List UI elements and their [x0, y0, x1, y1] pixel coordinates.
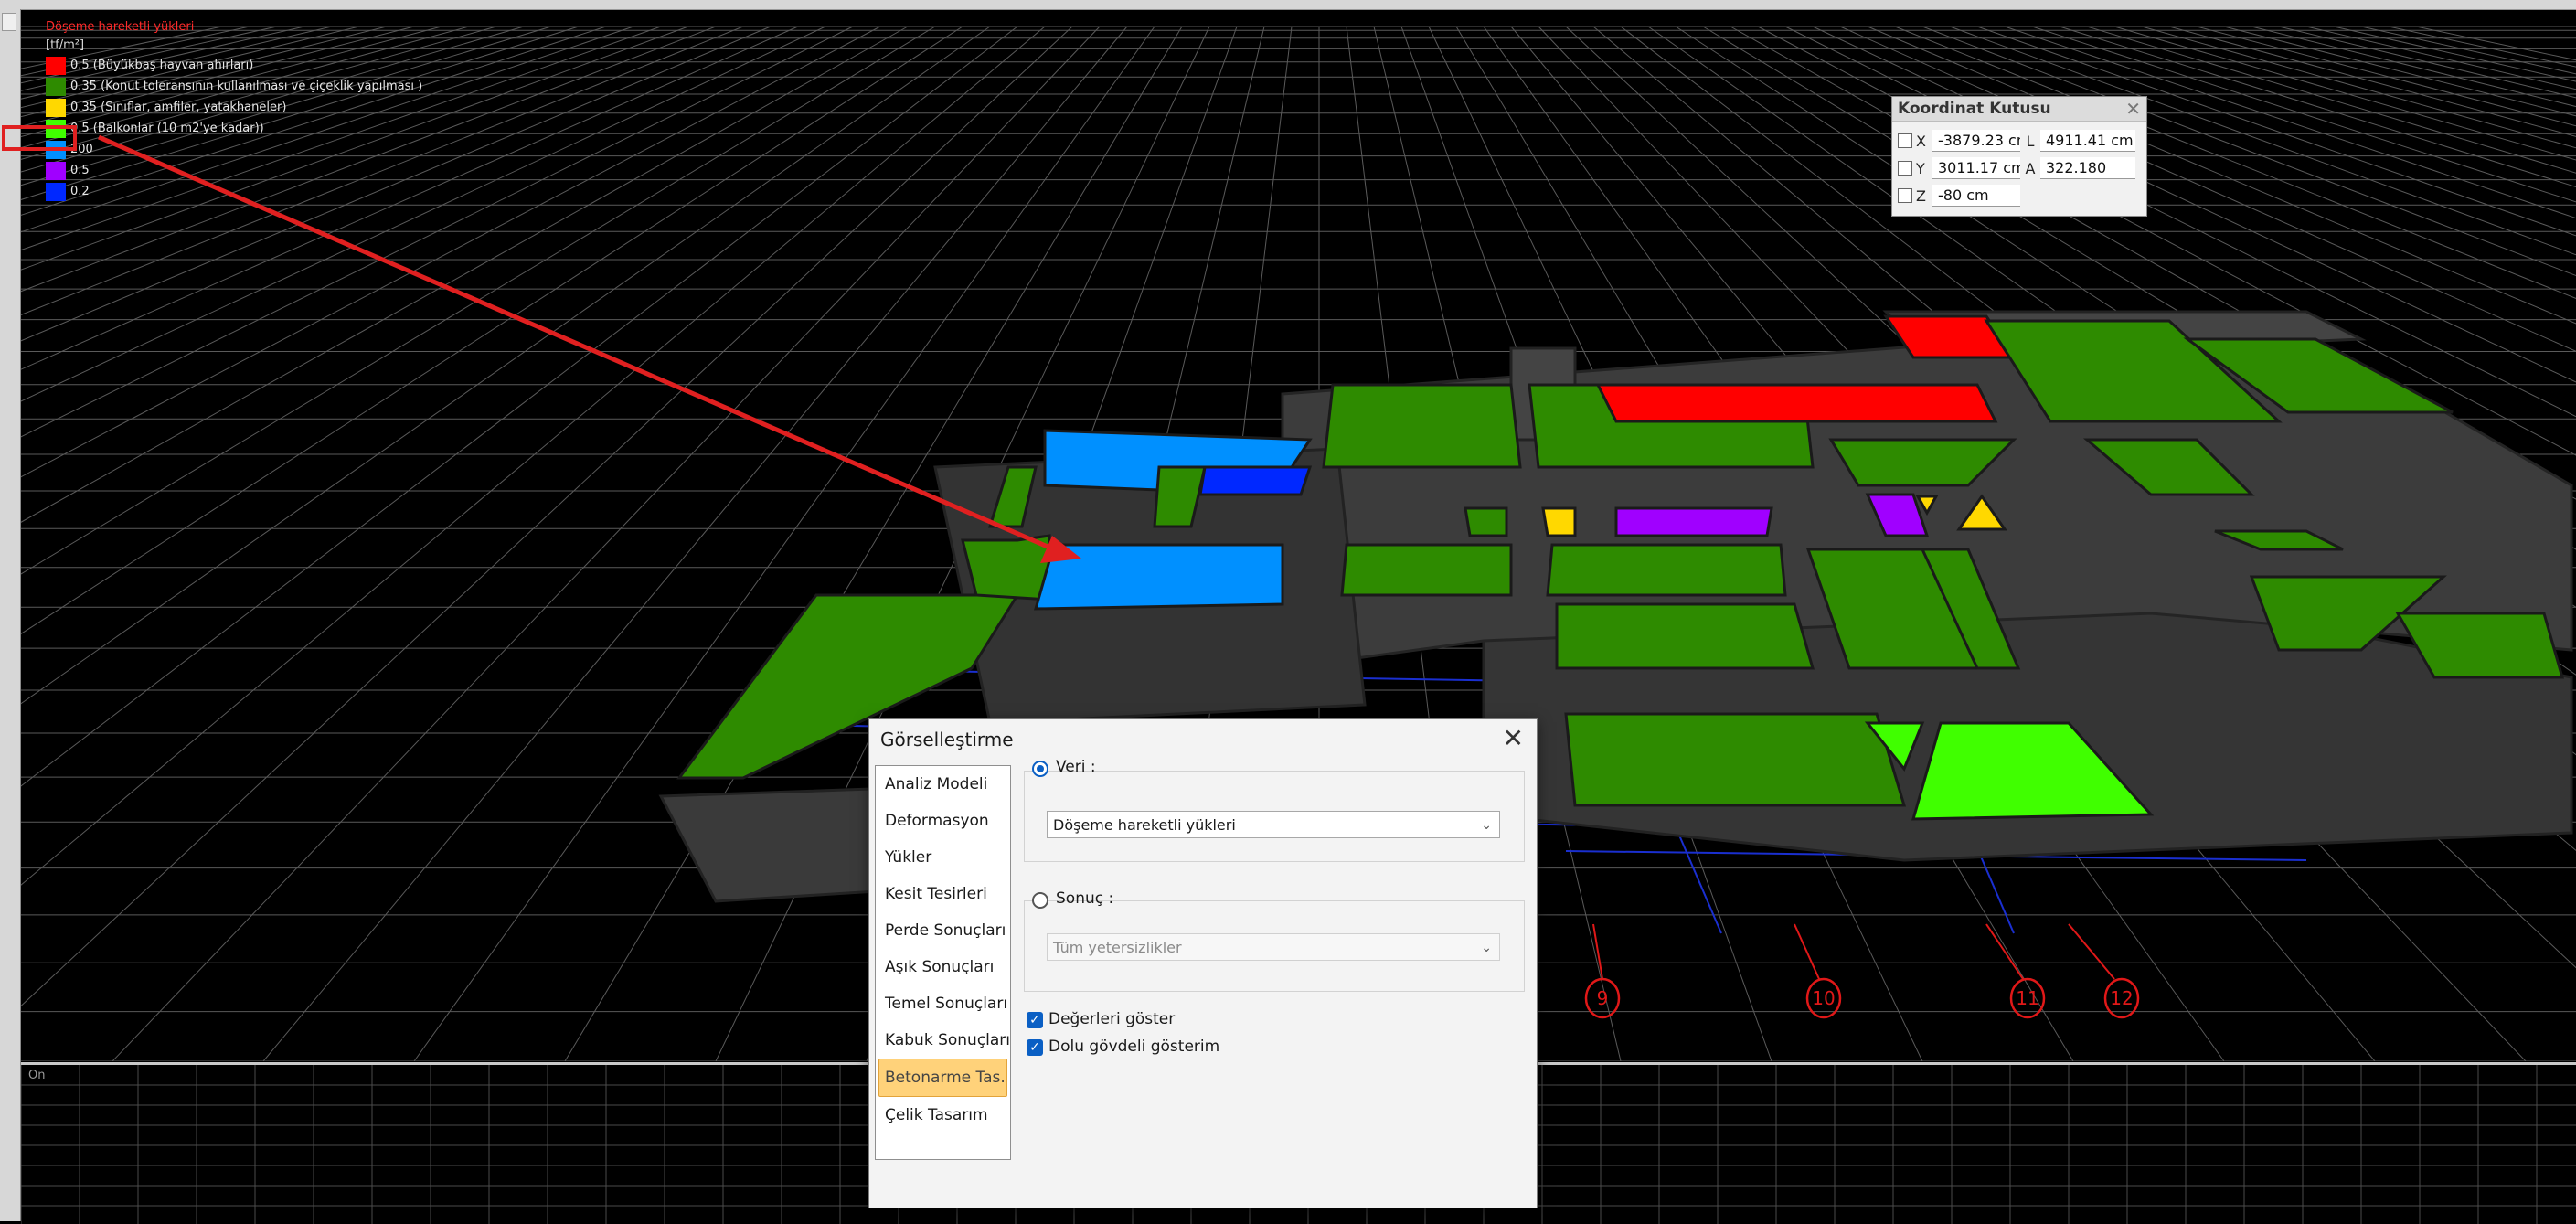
close-icon[interactable]: ✕ — [1503, 723, 1524, 753]
grid-label: 10 — [1812, 987, 1835, 1009]
legend-swatch — [46, 161, 66, 180]
coord-z-field[interactable]: -80 cm — [1932, 185, 2020, 207]
left-toolbar — [0, 9, 21, 1221]
category-list: Analiz Modeli Deformasyon Yükler Kesit Tesi… — [875, 765, 1011, 1160]
grid-axis-markers: 9 10 11 12 — [1584, 923, 2140, 1019]
category-item[interactable]: Kabuk Sonuçları — [876, 1022, 1010, 1059]
legend-row: 0.5 — [46, 160, 422, 181]
legend-swatch — [46, 182, 66, 201]
result-radio-label: Sonuç : — [1056, 889, 1114, 908]
chevron-down-icon: ⌄ — [1481, 941, 1492, 955]
highlight-box — [2, 125, 77, 151]
result-radio[interactable] — [1032, 892, 1048, 909]
dialog-title: Görselleştirme — [880, 729, 1014, 750]
load-legend: Döşeme hareketli yükleri [tf/m²] 0.5 (Bü… — [46, 18, 422, 202]
legend-row: 0.35 (Sınıflar, amfiler, yatakhaneler) — [46, 97, 422, 118]
legend-swatch — [46, 98, 66, 117]
data-radio[interactable] — [1032, 761, 1048, 777]
legend-label: 0.5 (Büyükbaş hayvan ahırları) — [70, 59, 254, 72]
coordinate-box-title: Koordinat Kutusu ✕ — [1892, 97, 2146, 122]
legend-label: 0.35 (Sınıflar, amfiler, yatakhaneler) — [70, 101, 287, 114]
view-label: On — [28, 1069, 46, 1082]
coord-row-z: Z -80 cm — [1898, 183, 2020, 208]
legend-row: 0.35 (Konut toleransının kullanılması ve… — [46, 76, 422, 97]
legend-row: 0.5 (Balkonlar (10 m2'ye kadar)) — [46, 118, 422, 139]
coord-y-checkbox[interactable] — [1898, 161, 1912, 176]
legend-label: 0.5 — [70, 164, 90, 177]
legend-label: 0.5 (Balkonlar (10 m2'ye kadar)) — [70, 122, 264, 135]
result-select[interactable]: Tüm yetersizlikler ⌄ — [1047, 933, 1500, 961]
category-item[interactable]: Yükler — [876, 839, 1010, 876]
legend-swatch — [46, 77, 66, 96]
solid-body-label: Dolu gövdeli gösterim — [1048, 1038, 1220, 1056]
data-select[interactable]: Döşeme hareketli yükleri ⌄ — [1047, 811, 1500, 838]
grid-label: 12 — [2110, 987, 2133, 1009]
category-item[interactable]: Deformasyon — [876, 803, 1010, 839]
category-item[interactable]: Betonarme Tas... — [878, 1059, 1007, 1097]
coord-x-checkbox[interactable] — [1898, 133, 1912, 148]
legend-row: 200 — [46, 139, 422, 160]
coord-x-field[interactable]: -3879.23 cm — [1932, 130, 2020, 152]
category-item[interactable]: Çelik Tasarım — [876, 1097, 1010, 1134]
chevron-down-icon: ⌄ — [1481, 818, 1492, 833]
legend-label: 0.2 — [70, 185, 90, 198]
legend-label: 0.35 (Konut toleransının kullanılması ve… — [70, 80, 423, 93]
category-item[interactable]: Temel Sonuçları — [876, 985, 1010, 1022]
coord-row-x: X -3879.23 cm L 4911.41 cm — [1898, 128, 2135, 154]
data-radio-label: Veri : — [1056, 758, 1096, 776]
legend-row: 0.2 — [46, 181, 422, 202]
coord-z-checkbox[interactable] — [1898, 188, 1912, 203]
close-icon[interactable]: ✕ — [2125, 97, 2141, 121]
show-values-checkbox[interactable]: ✓ — [1027, 1012, 1043, 1028]
grid-label: 9 — [1597, 987, 1609, 1009]
coord-y-field[interactable]: 3011.17 cm — [1932, 157, 2020, 179]
legend-row: 0.5 (Büyükbaş hayvan ahırları) — [46, 55, 422, 76]
grid-label: 11 — [2016, 987, 2038, 1009]
coord-a-field[interactable]: 322.180 — [2040, 157, 2135, 179]
legend-unit: [tf/m²] — [46, 38, 85, 52]
toolbar-button[interactable] — [2, 13, 16, 31]
coord-row-y: Y 3011.17 cm A 322.180 — [1898, 155, 2135, 181]
category-item[interactable]: Aşık Sonuçları — [876, 949, 1010, 985]
visualization-dialog: Görselleştirme ✕ Analiz Modeli Deformasyo… — [868, 718, 1538, 1208]
show-values-label: Değerleri göster — [1048, 1010, 1176, 1028]
category-item[interactable]: Kesit Tesirleri — [876, 876, 1010, 912]
solid-body-checkbox[interactable]: ✓ — [1027, 1039, 1043, 1056]
category-item[interactable]: Analiz Modeli — [876, 766, 1010, 803]
legend-swatch — [46, 56, 66, 75]
legend-title: Döşeme hareketli yükleri — [46, 20, 195, 34]
window-top-bar — [0, 0, 2576, 10]
coordinate-box[interactable]: Koordinat Kutusu ✕ X -3879.23 cm L 4911.… — [1891, 96, 2147, 217]
category-item[interactable]: Perde Sonuçları — [876, 912, 1010, 949]
coord-l-field[interactable]: 4911.41 cm — [2040, 130, 2135, 152]
